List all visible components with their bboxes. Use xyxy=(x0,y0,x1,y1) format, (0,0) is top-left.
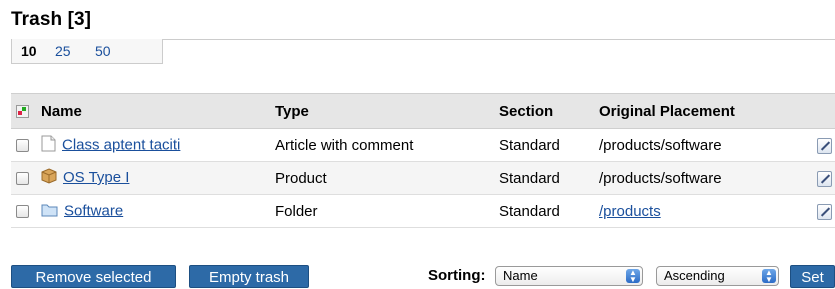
item-section: Standard xyxy=(499,161,599,195)
item-placement-link[interactable]: /products xyxy=(599,203,661,220)
column-name: Name xyxy=(41,93,275,129)
select-arrows-icon: ▲ ▼ xyxy=(626,269,640,284)
edit-icon[interactable] xyxy=(817,170,832,187)
table-row: Class aptent taciti Article with comment… xyxy=(11,128,835,162)
item-type: Article with comment xyxy=(275,128,499,162)
table-row: OS Type I Product Standard /products/sof… xyxy=(11,161,835,195)
pagination-limit: 10 25 50 xyxy=(11,39,163,64)
edit-icon[interactable] xyxy=(817,203,832,220)
item-placement: /products/software xyxy=(599,128,817,162)
item-section: Standard xyxy=(499,194,599,228)
column-section: Section xyxy=(499,93,599,129)
remove-selected-button[interactable]: Remove selected xyxy=(11,265,176,288)
sorting-label: Sorting: xyxy=(428,267,486,284)
row-checkbox[interactable] xyxy=(16,139,29,153)
limit-25-link[interactable]: 25 xyxy=(55,43,95,59)
product-box-icon xyxy=(41,168,57,188)
item-type: Product xyxy=(275,161,499,195)
trash-table: Name Type Section Original Placement Cla… xyxy=(11,93,835,228)
column-type: Type xyxy=(275,93,499,129)
item-name-link[interactable]: OS Type I xyxy=(63,169,129,186)
limit-50-link[interactable]: 50 xyxy=(95,43,111,59)
item-name-link[interactable]: Software xyxy=(64,202,123,219)
item-name-link[interactable]: Class aptent taciti xyxy=(62,136,180,153)
edit-icon[interactable] xyxy=(817,137,832,154)
set-sorting-button[interactable]: Set xyxy=(790,265,835,288)
table-row: Software Folder Standard /products xyxy=(11,194,835,228)
column-original-placement: Original Placement xyxy=(599,93,817,129)
sort-field-select[interactable]: Name ▲ ▼ xyxy=(495,266,643,286)
item-section: Standard xyxy=(499,128,599,162)
folder-icon xyxy=(41,202,58,221)
table-header-row: Name Type Section Original Placement xyxy=(11,93,835,129)
document-icon xyxy=(41,135,56,156)
row-checkbox[interactable] xyxy=(16,205,29,219)
empty-trash-button[interactable]: Empty trash xyxy=(189,265,309,288)
select-arrows-icon: ▲ ▼ xyxy=(762,269,776,284)
sort-order-value: Ascending xyxy=(664,268,725,283)
item-placement: /products/software xyxy=(599,161,817,195)
item-type: Folder xyxy=(275,194,499,228)
row-checkbox[interactable] xyxy=(16,172,29,186)
sort-field-value: Name xyxy=(503,268,538,283)
page-title: Trash [3] xyxy=(11,9,92,30)
toggle-selection-icon[interactable] xyxy=(16,105,29,119)
sort-order-select[interactable]: Ascending ▲ ▼ xyxy=(656,266,779,286)
limit-current: 10 xyxy=(21,43,37,59)
